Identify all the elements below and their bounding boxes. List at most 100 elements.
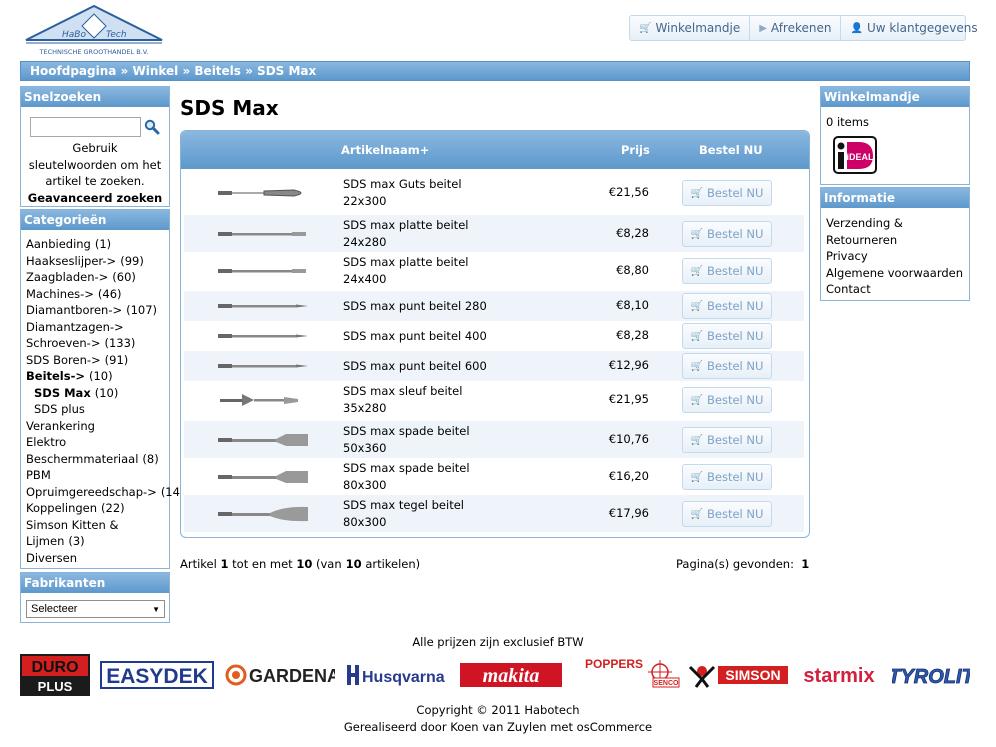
product-name-line2: 35x280 [343, 400, 387, 415]
brand-duroplus-logo[interactable]: DURO PLUS [20, 654, 90, 696]
brand-easydek-logo[interactable]: EASYDEK [100, 654, 214, 696]
search-input[interactable] [30, 117, 141, 137]
category-item[interactable]: Zaagbladen-> (60) [26, 269, 169, 286]
category-item[interactable]: Elektro [26, 434, 169, 451]
category-label: Zaagbladen-> [26, 270, 109, 284]
category-list: Aanbieding (1) Haakseslijper-> (99) Zaagblad… [21, 230, 184, 567]
product-name-line2: 50x360 [343, 440, 387, 455]
info-link-terms[interactable]: Algemene voorwaarden [826, 265, 969, 282]
checkout-link[interactable]: ▶ Afrekenen [750, 16, 842, 40]
order-now-button[interactable]: 🛒 Bestel NU [682, 387, 772, 413]
product-image[interactable] [214, 261, 312, 281]
search-icon[interactable] [144, 119, 160, 135]
product-name[interactable]: SDS max punt beitel 600 [343, 358, 487, 375]
cart-link[interactable]: 🛒 Winkelmandje [630, 16, 751, 40]
info-link-privacy[interactable]: Privacy [826, 248, 969, 265]
product-name[interactable]: SDS max sleuf beitel 35x280 [343, 383, 462, 416]
column-header-price[interactable]: Prijs [621, 143, 650, 157]
breadcrumb-beitels[interactable]: Beitels [194, 64, 241, 78]
category-item[interactable]: Diamantzagen-> [26, 319, 169, 336]
product-image[interactable] [214, 467, 312, 487]
category-item[interactable]: Aanbieding (1) [26, 236, 169, 253]
category-label: Opruimgereedschap-> [26, 484, 157, 499]
product-image[interactable] [214, 430, 312, 450]
order-now-label: Bestel NU [707, 470, 764, 484]
product-name[interactable]: SDS max spade beitel 80x300 [343, 460, 470, 493]
listing-count: Artikel 1 tot en met 10 (van 10 artikelen… [180, 557, 420, 571]
category-item[interactable]: SDS Max (10) [26, 385, 169, 402]
product-name[interactable]: SDS max punt beitel 400 [343, 328, 487, 345]
order-now-button[interactable]: 🛒 Bestel NU [682, 501, 772, 527]
brand-starmix-logo[interactable]: starmix [798, 654, 880, 696]
listing-total: 10 [345, 557, 362, 571]
product-name-line1: SDS max spade beitel [343, 461, 470, 475]
product-image[interactable] [214, 224, 312, 244]
category-item[interactable]: Verankering [26, 418, 169, 435]
category-item[interactable]: SDS Boren-> (91) [26, 352, 169, 369]
product-image[interactable] [214, 504, 312, 524]
breadcrumb-home[interactable]: Hoofdpagina [30, 64, 116, 78]
order-now-button[interactable]: 🛒 Bestel NU [682, 353, 772, 379]
breadcrumb-shop[interactable]: Winkel [132, 64, 178, 78]
order-now-button[interactable]: 🛒 Bestel NU [682, 427, 772, 453]
svg-text:EASYDEK: EASYDEK [106, 665, 208, 688]
product-image[interactable] [214, 390, 312, 410]
brand-tyrolit-logo[interactable]: TYROLIT [892, 654, 970, 696]
info-link-returns[interactable]: Retourneren [826, 232, 969, 249]
brand-husqvarna-logo[interactable]: Husqvarna [345, 654, 447, 696]
product-name[interactable]: SDS max Guts beitel 22x300 [343, 176, 462, 209]
brand-makita-logo[interactable]: makita [460, 654, 562, 696]
cart-icon: 🛒 [690, 394, 704, 406]
order-now-button[interactable]: 🛒 Bestel NU [682, 221, 772, 247]
breadcrumb-sds-max[interactable]: SDS Max [257, 64, 316, 78]
product-image[interactable] [214, 326, 312, 346]
product-name[interactable]: SDS max punt beitel 280 [343, 298, 487, 315]
category-label: Beitels-> [26, 369, 85, 383]
info-link-shipping[interactable]: Verzending & [826, 215, 969, 232]
footer-copyright: Copyright © 2011 Habotech Gerealiseerd d… [0, 702, 996, 735]
table-row: SDS max punt beitel 280 €8,10 🛒 Bestel NU [184, 291, 804, 321]
info-link-contact[interactable]: Contact [826, 281, 969, 298]
cart-box-title[interactable]: Winkelmandje [821, 87, 969, 107]
advanced-search-link[interactable]: Geavanceerd zoeken [21, 191, 169, 205]
product-name[interactable]: SDS max platte beitel 24x280 [343, 217, 468, 250]
category-item[interactable]: Haakseslijper-> (99) [26, 253, 169, 270]
brand-poppers-logo[interactable]: POPPERS SENCO [583, 654, 683, 696]
column-header-name[interactable]: Artikelnaam+ [341, 143, 429, 157]
order-now-button[interactable]: 🛒 Bestel NU [682, 464, 772, 490]
order-now-button[interactable]: 🛒 Bestel NU [682, 258, 772, 284]
listing-mid: tot en met [232, 557, 293, 571]
category-item[interactable]: Schroeven-> (133) [26, 335, 169, 352]
product-name[interactable]: SDS max tegel beitel 80x300 [343, 497, 464, 530]
product-image[interactable] [214, 183, 312, 203]
category-item[interactable]: Opruimgereedschap-> (14) [26, 484, 184, 501]
category-item[interactable]: Machines-> (46) [26, 286, 169, 303]
product-name-line2: 24x400 [343, 271, 387, 286]
manufacturer-select[interactable]: Selecteer ▼ [26, 600, 165, 618]
habotech-logo[interactable]: HaBo Tech TECHNISCHE GROOTHANDEL B.V. [20, 4, 168, 58]
category-item[interactable]: Beschermmateriaal (8) [26, 451, 169, 468]
product-image[interactable] [214, 356, 312, 376]
order-now-button[interactable]: 🛒 Bestel NU [682, 180, 772, 206]
category-item[interactable]: Beitels-> (10) [26, 368, 169, 385]
product-image[interactable] [214, 296, 312, 316]
category-item[interactable]: PBM [26, 467, 169, 484]
brand-simson-logo[interactable]: SIMSON [688, 654, 790, 696]
category-item[interactable]: Lijmen (3) [26, 533, 169, 550]
category-item[interactable]: Diversen [26, 550, 169, 567]
svg-text:DURO: DURO [31, 659, 78, 676]
category-item[interactable]: Diamantboren-> (107) [26, 302, 169, 319]
arrow-right-icon: ▶ [759, 22, 767, 34]
category-item[interactable]: Simson Kitten & [26, 517, 169, 534]
search-help-text: Gebruik sleutelwoorden om het artikel te… [28, 141, 162, 188]
brand-gardena-logo[interactable]: GARDENA [225, 654, 335, 696]
order-now-button[interactable]: 🛒 Bestel NU [682, 293, 772, 319]
product-name[interactable]: SDS max platte beitel 24x400 [343, 254, 468, 287]
category-item[interactable]: SDS plus [26, 401, 169, 418]
category-label: Beschermmateriaal [26, 451, 139, 466]
order-now-button[interactable]: 🛒 Bestel NU [682, 323, 772, 349]
product-name[interactable]: SDS max spade beitel 50x360 [343, 423, 470, 456]
category-item[interactable]: Koppelingen (22) [26, 500, 169, 517]
account-link[interactable]: 👤 Uw klantgegevens [841, 16, 986, 40]
product-listing-header: Artikelnaam+ Prijs Bestel NU [181, 131, 809, 169]
